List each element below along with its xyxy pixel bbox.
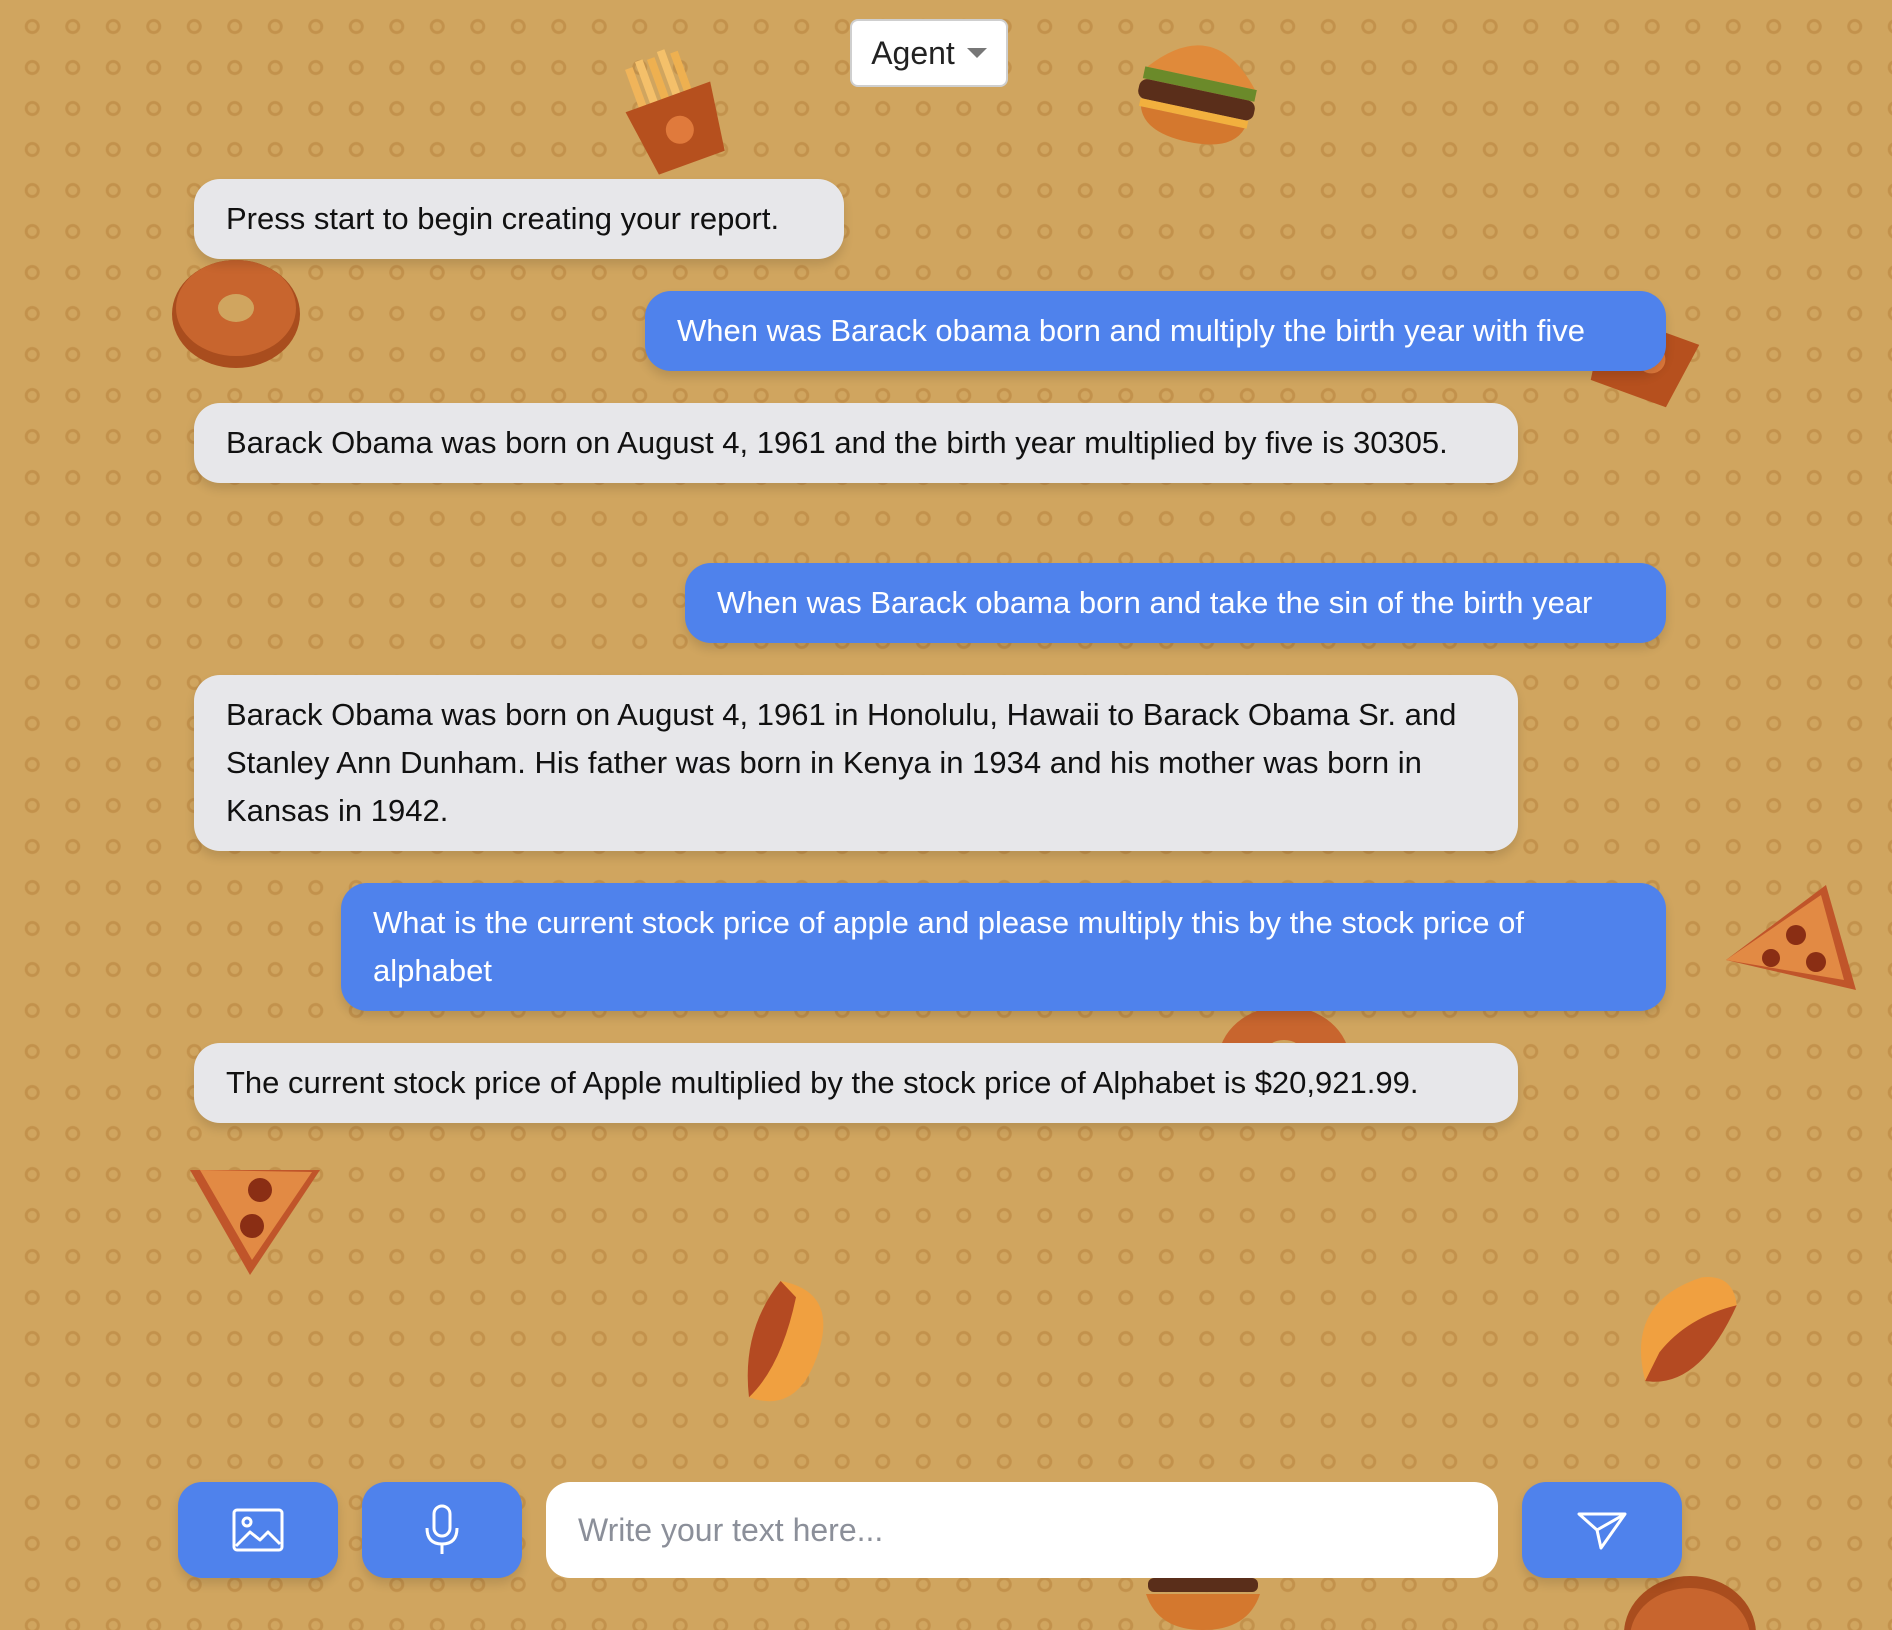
bot-message: Barack Obama was born on August 4, 1961 … xyxy=(194,403,1518,483)
agent-select-label: Agent xyxy=(871,34,955,71)
message-input[interactable] xyxy=(546,1482,1498,1578)
bot-message: Press start to begin creating your repor… xyxy=(194,179,844,259)
bot-message: The current stock price of Apple multipl… xyxy=(194,1043,1518,1123)
user-message: What is the current stock price of apple… xyxy=(341,883,1666,1011)
microphone-icon xyxy=(425,1504,459,1554)
paper-plane-icon xyxy=(1577,1512,1627,1550)
bot-message: Barack Obama was born on August 4, 1961 … xyxy=(194,675,1518,851)
agent-select[interactable]: Agent xyxy=(850,19,1008,87)
send-button[interactable] xyxy=(1522,1482,1682,1578)
upload-image-button[interactable] xyxy=(178,1482,338,1578)
microphone-button[interactable] xyxy=(362,1482,522,1578)
chevron-down-icon xyxy=(966,48,987,58)
image-icon xyxy=(232,1508,284,1552)
user-message: When was Barack obama born and multiply … xyxy=(645,291,1666,371)
user-message: When was Barack obama born and take the … xyxy=(685,563,1666,643)
